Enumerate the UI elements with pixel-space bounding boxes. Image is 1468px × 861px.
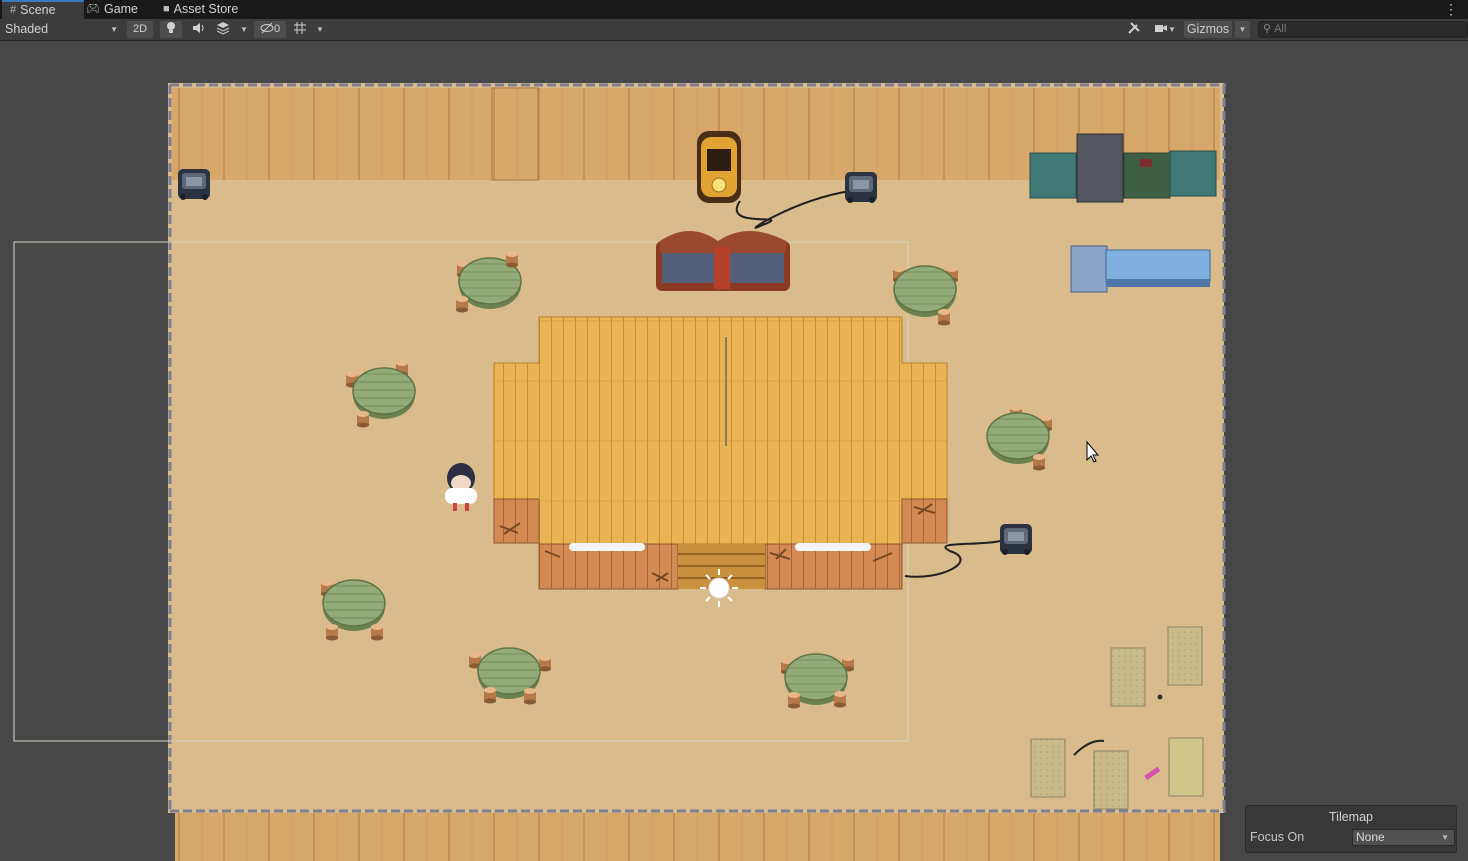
tab-game[interactable]: 🎮︎ Game — [86, 0, 138, 19]
shading-mode-dropdown[interactable]: Shaded ▼ — [5, 21, 120, 38]
lighting-toggle[interactable] — [160, 21, 182, 38]
search-placeholder: All — [1274, 23, 1287, 35]
focus-on-value: None — [1356, 830, 1385, 844]
chevron-down-icon: ▼ — [110, 25, 118, 34]
bag-icon: ■ — [163, 3, 170, 15]
jukebox[interactable] — [697, 131, 741, 203]
blue-bench[interactable] — [1070, 245, 1211, 293]
gizmos-button[interactable]: Gizmos — [1184, 21, 1232, 38]
speaker-right[interactable] — [1000, 524, 1032, 555]
effects-dropdown[interactable]: ▼ — [238, 21, 250, 38]
more-options-icon[interactable]: ⋮ — [1444, 1, 1458, 17]
stage[interactable] — [493, 316, 948, 590]
chevron-down-icon: ▼ — [1238, 25, 1247, 34]
overlay-title: Tilemap — [1329, 810, 1373, 824]
shading-mode-value: Shaded — [5, 22, 49, 36]
layers-icon — [216, 22, 230, 35]
grid-icon — [294, 22, 306, 34]
table-7[interactable] — [781, 653, 854, 709]
search-icon: ⚲ — [1263, 23, 1272, 35]
eye-slash-icon — [260, 22, 274, 34]
tab-scene-label: Scene — [20, 3, 56, 17]
focus-on-label: Focus On — [1250, 830, 1305, 844]
chevron-down-icon: ▼ — [1168, 25, 1176, 34]
tilemap-scene[interactable] — [0, 41, 1468, 861]
window-tab-bar: # Scene 🎮︎ Game ■ Asset Store ⋮ — [0, 0, 1468, 19]
tab-scene[interactable]: # Scene — [2, 0, 84, 19]
scene-toolbar: Shaded ▼ 2D ▼ 0 ▼ ▼ Gizmos ▼ ⚲ All — [0, 19, 1468, 41]
tools-icon — [1128, 22, 1140, 34]
grid-dropdown[interactable]: ▼ — [313, 21, 327, 38]
search-input[interactable]: ⚲ All — [1258, 21, 1468, 38]
tilemap-overlay-panel: Tilemap Focus On None ▼ — [1245, 805, 1457, 853]
stage-front-right — [901, 498, 948, 544]
tab-game-label: Game — [103, 2, 139, 16]
stage-light-right — [795, 543, 871, 551]
scene-viewport[interactable]: Tilemap Focus On None ▼ — [0, 41, 1468, 861]
speaker-icon — [193, 23, 204, 33]
chevron-down-icon: ▼ — [240, 25, 248, 34]
lightbulb-icon — [167, 22, 175, 33]
speaker-left[interactable] — [178, 169, 210, 200]
tab-asset-store[interactable]: ■ Asset Store — [163, 0, 238, 19]
chevron-down-icon: ▼ — [316, 25, 324, 34]
sofa[interactable] — [656, 231, 790, 291]
stage-light-left — [569, 543, 645, 551]
chevron-down-icon: ▼ — [1441, 833, 1449, 842]
camera-settings-dropdown[interactable]: ▼ — [1150, 21, 1180, 38]
camera-icon — [1155, 25, 1168, 32]
hidden-count: 0 — [273, 23, 281, 35]
bottom-wall — [175, 813, 1220, 861]
tab-asset-store-label: Asset Store — [173, 2, 239, 16]
focus-on-dropdown[interactable]: None ▼ — [1352, 829, 1455, 846]
stage-front-left — [493, 498, 540, 544]
tools-button[interactable] — [1124, 21, 1144, 38]
grid-toggle[interactable] — [291, 21, 309, 38]
hash-icon: # — [10, 4, 17, 16]
gamepad-icon: 🎮︎ — [86, 3, 100, 15]
hidden-objects-toggle[interactable]: 0 — [254, 21, 286, 38]
gizmos-dropdown[interactable]: ▼ — [1235, 21, 1250, 38]
audio-toggle[interactable] — [188, 21, 208, 38]
mode-2d-button[interactable]: 2D — [127, 21, 153, 38]
speaker-top[interactable] — [845, 172, 877, 203]
effects-toggle[interactable] — [213, 21, 233, 38]
